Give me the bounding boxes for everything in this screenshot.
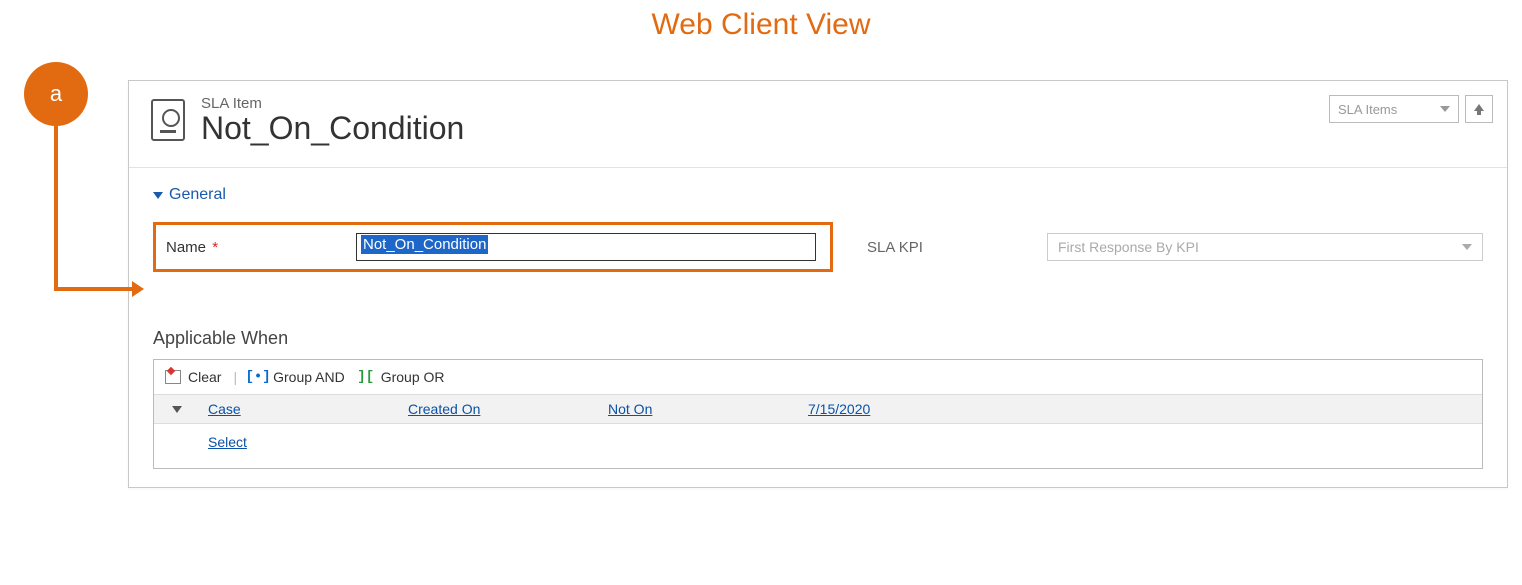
- record-icon: [151, 99, 185, 141]
- form-card: SLA Item Not_On_Condition SLA Items Gene…: [128, 80, 1508, 488]
- name-field-label: Name *: [166, 239, 356, 256]
- slakpi-select[interactable]: First Response By KPI: [1047, 233, 1483, 261]
- required-asterisk: *: [212, 239, 218, 256]
- up-navigate-button[interactable]: [1465, 95, 1493, 123]
- group-and-button[interactable]: [•] Group AND: [249, 368, 345, 386]
- name-input-value: Not_On_Condition: [361, 235, 488, 254]
- view-switcher-label: SLA Items: [1338, 102, 1397, 117]
- condition-operator-link[interactable]: Not On: [608, 401, 808, 417]
- name-input[interactable]: Not_On_Condition: [356, 233, 816, 261]
- condition-row: Case Created On Not On 7/15/2020: [154, 394, 1482, 424]
- form-body: General Name * Not_On_Condition SLA KPI …: [129, 168, 1507, 487]
- section-general-label: General: [169, 186, 226, 204]
- section-general-toggle[interactable]: General: [153, 186, 1483, 204]
- clear-icon: [165, 370, 181, 384]
- condition-builder: Clear | [•] Group AND ][ Group OR Case C…: [153, 359, 1483, 469]
- view-switcher-dropdown[interactable]: SLA Items: [1329, 95, 1459, 123]
- toolbar-separator: |: [233, 369, 237, 385]
- clear-button[interactable]: Clear: [164, 368, 221, 386]
- row-expand-toggle[interactable]: [172, 406, 182, 413]
- annotation-connector-horizontal: [54, 287, 134, 291]
- group-and-icon: [•]: [249, 368, 267, 386]
- condition-value-link[interactable]: 7/15/2020: [808, 401, 1008, 417]
- record-title: Not_On_Condition: [201, 110, 1329, 147]
- condition-select-row: Select: [154, 424, 1482, 468]
- form-header: SLA Item Not_On_Condition SLA Items: [129, 81, 1507, 168]
- group-or-icon: ][: [357, 368, 375, 386]
- group-or-label: Group OR: [381, 369, 445, 385]
- chevron-down-icon: [1462, 244, 1472, 250]
- annotation-badge-a: a: [24, 62, 88, 126]
- name-label-text: Name: [166, 239, 206, 256]
- slakpi-value: First Response By KPI: [1058, 239, 1199, 255]
- condition-field-link[interactable]: Created On: [408, 401, 608, 417]
- title-block: SLA Item Not_On_Condition: [201, 95, 1329, 147]
- chevron-down-icon: [1440, 106, 1450, 112]
- highlight-name-field: Name * Not_On_Condition: [153, 222, 833, 272]
- annotation-connector-vertical: [54, 126, 58, 289]
- collapse-triangle-icon: [153, 192, 163, 199]
- clear-label: Clear: [188, 369, 221, 385]
- condition-entity-link[interactable]: Case: [208, 401, 408, 417]
- header-controls: SLA Items: [1329, 95, 1493, 123]
- general-field-row: Name * Not_On_Condition SLA KPI First Re…: [153, 222, 1483, 272]
- page-heading: Web Client View: [0, 8, 1522, 42]
- group-and-label: Group AND: [273, 369, 345, 385]
- condition-toolbar: Clear | [•] Group AND ][ Group OR: [154, 360, 1482, 394]
- annotation-arrowhead: [132, 281, 144, 297]
- group-or-button[interactable]: ][ Group OR: [357, 368, 445, 386]
- slakpi-field-label: SLA KPI: [867, 239, 1027, 256]
- applicable-when-heading: Applicable When: [153, 328, 1483, 349]
- select-new-condition-link[interactable]: Select: [208, 434, 247, 450]
